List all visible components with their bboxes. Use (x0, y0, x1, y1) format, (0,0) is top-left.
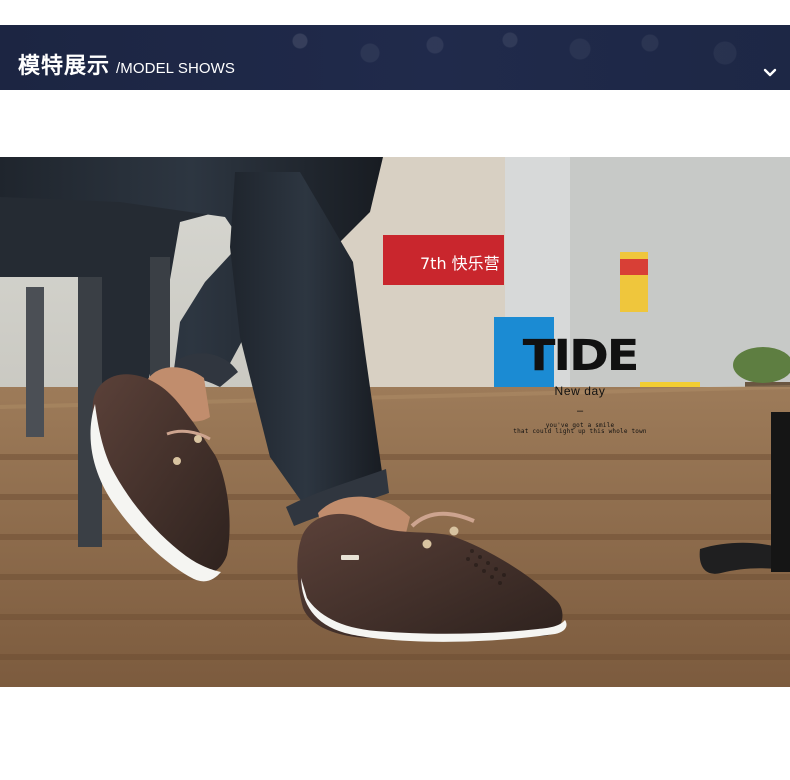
shoe-left-eyelet (173, 457, 181, 465)
model-photo: 7th 快乐营 TIDE New day – you've got a smil… (0, 157, 790, 687)
section-title-en: /MODEL SHOWS (116, 60, 236, 77)
chevron-down-icon (763, 68, 777, 77)
bag-handle (771, 412, 790, 572)
section-header-bar: 模特展示 /MODEL SHOWS (0, 25, 790, 90)
tide-overlay: TIDE New day – you've got a smile that c… (505, 335, 655, 436)
shop-sign-text: 7th 快乐营 (420, 254, 500, 273)
collapse-button[interactable] (762, 65, 778, 81)
tagline-dash: – (576, 404, 584, 417)
shoe-left-eyelet (194, 435, 202, 443)
shoe-right-eyelet (449, 526, 459, 536)
product-detail-section: 模特展示 /MODEL SHOWS 7th 快乐营 TIDE New day –… (0, 0, 790, 780)
shoe-right-eyelet (422, 539, 432, 549)
shoe-right-label (341, 555, 359, 560)
chair-back-leg (26, 287, 44, 437)
brand-logo: TIDE (522, 331, 640, 381)
section-title-cn: 模特展示 (18, 53, 111, 78)
banner-sign-band (620, 259, 648, 275)
overlay-line2: that could light up this whole town (513, 428, 647, 436)
section-title: 模特展示 /MODEL SHOWS (18, 48, 235, 80)
tagline: New day (554, 383, 606, 398)
model-photo-illustration: 7th 快乐营 (0, 157, 790, 687)
